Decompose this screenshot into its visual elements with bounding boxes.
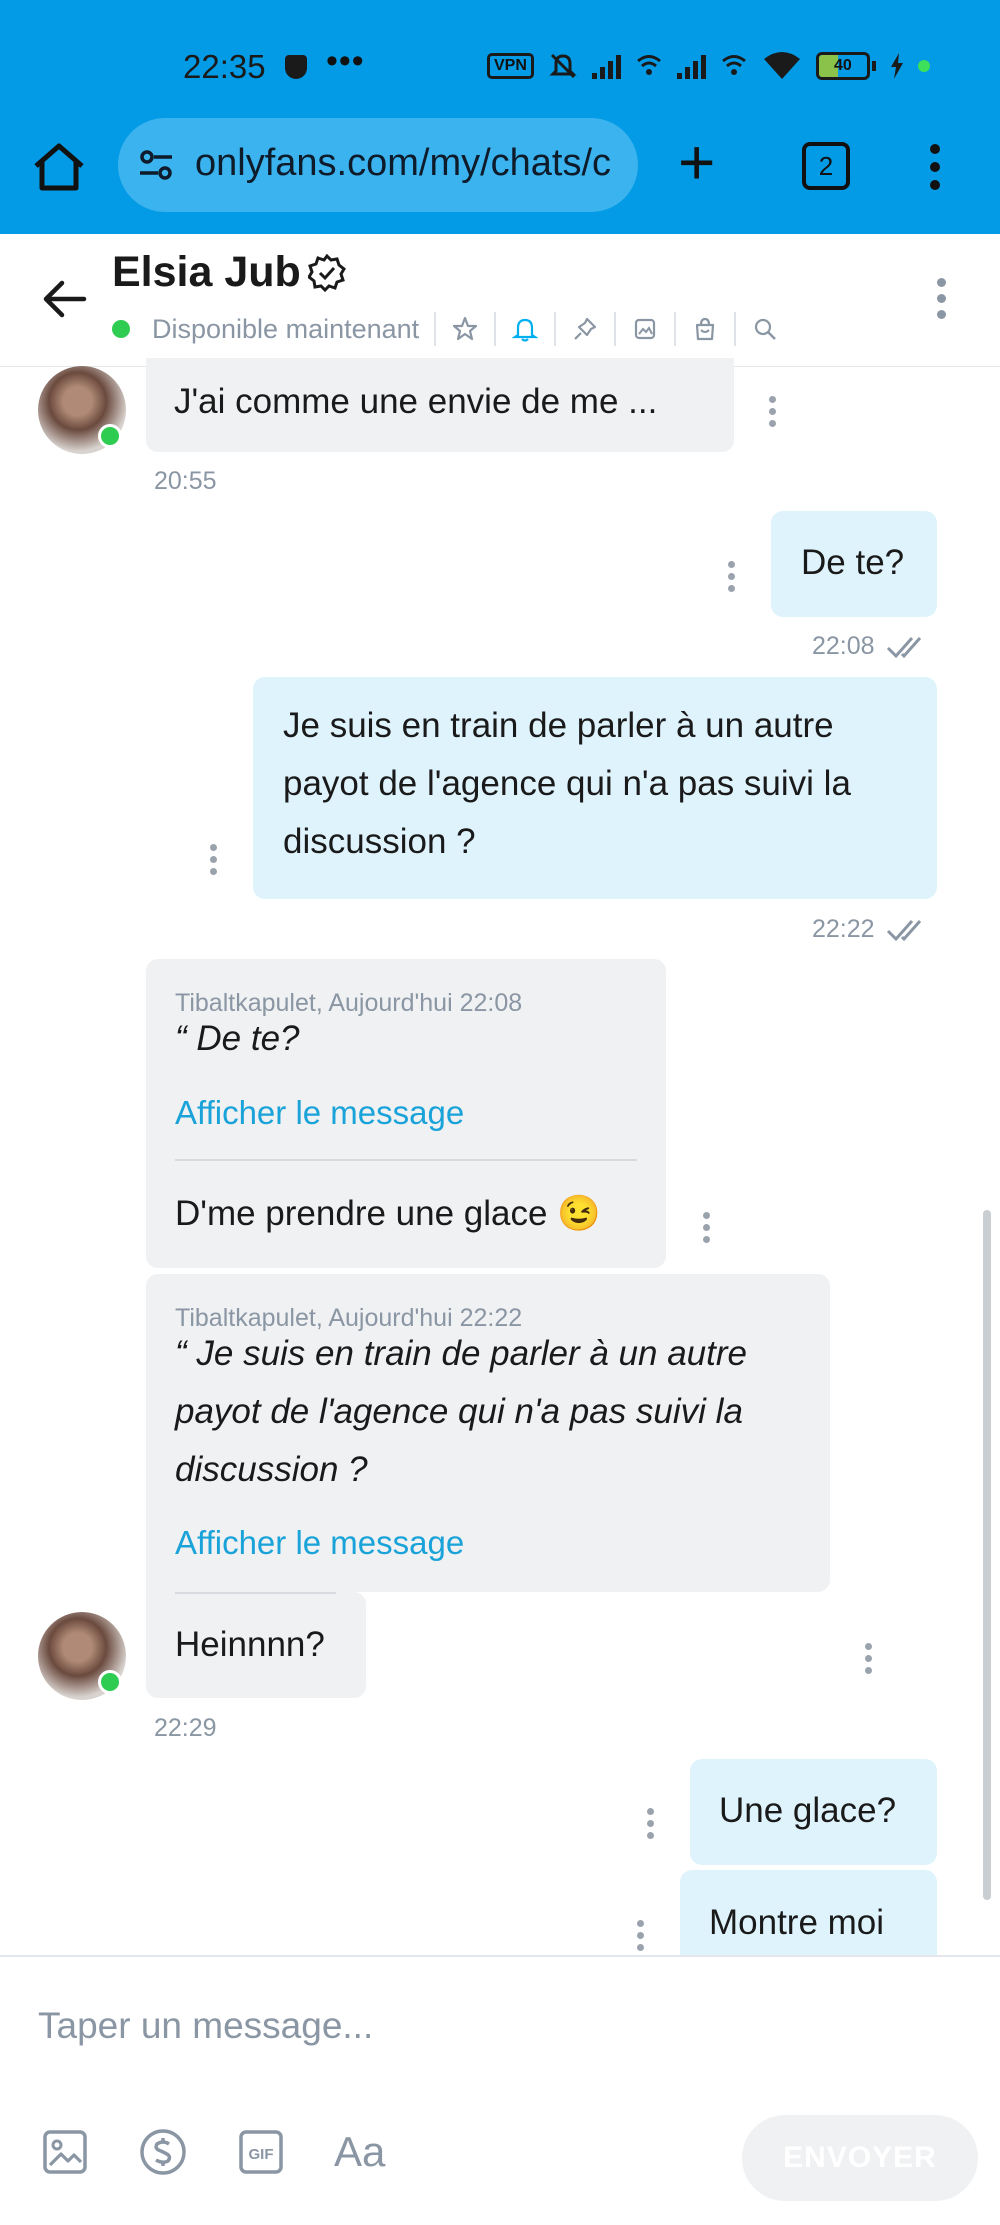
chat-header-tools [434, 312, 794, 346]
new-tab-button[interactable]: + [678, 130, 715, 194]
battery-icon: 40 [815, 52, 876, 80]
online-status-dot [112, 320, 130, 338]
contact-name[interactable]: Elsia Jub [112, 248, 301, 297]
quoted-text: “ De te? [175, 1019, 300, 1058]
incoming-message[interactable]: J'ai comme une envie de me ... [146, 358, 734, 452]
verified-badge-icon [308, 254, 346, 292]
status-bar: 22:35 ••• VPN 40 [0, 0, 1000, 118]
status-time: 22:35 [183, 48, 266, 85]
message-text: Une glace? [719, 1791, 897, 1830]
wifi-call-icon-2 [721, 55, 746, 75]
message-text: De te? [801, 543, 905, 582]
show-quoted-message-link[interactable]: Afficher le message [175, 1094, 464, 1132]
signal-icon-2 [676, 53, 706, 79]
message-options-button[interactable] [862, 1643, 874, 1679]
message-options-button[interactable] [725, 561, 737, 597]
outgoing-message[interactable]: Une glace? [690, 1759, 937, 1865]
privacy-indicator-dot [917, 60, 930, 72]
message-text-line: Je suis en train de parler à un autre [283, 706, 834, 745]
avatar-online-dot [98, 1670, 122, 1694]
star-icon[interactable] [434, 312, 494, 346]
signal-icon [591, 53, 621, 79]
message-time: 22:29 [154, 1714, 217, 1742]
quoted-text-line: payot de l'agence qui n'a pas suivi la [175, 1392, 743, 1431]
chat-scrollbar[interactable] [983, 1210, 991, 1900]
message-text: D'me prendre une glace 😉 [175, 1194, 601, 1233]
incoming-reply-quote[interactable]: Tibaltkapulet, Aujourd'hui 22:22 “ Je su… [146, 1274, 830, 1592]
text-format-button[interactable]: Aa [334, 2128, 385, 2176]
mute-icon [549, 53, 577, 79]
battery-level: 40 [834, 57, 852, 74]
message-text: Heinnnn? [175, 1625, 325, 1664]
message-text: Montre moi [709, 1903, 885, 1942]
read-receipt-icon [886, 637, 922, 659]
tip-dollar-icon[interactable] [138, 2127, 188, 2177]
wifi-call-icon [636, 55, 661, 75]
read-receipt-icon [886, 920, 922, 942]
message-options-button[interactable] [644, 1808, 656, 1844]
chat-options-menu[interactable] [934, 278, 948, 326]
site-settings-icon[interactable] [136, 144, 178, 186]
composer-tools: GIF Aa [42, 2127, 385, 2177]
availability-status: Disponible maintenant [152, 314, 420, 344]
message-options-button[interactable] [700, 1212, 712, 1248]
message-time: 22:08 [812, 632, 875, 660]
home-icon[interactable] [30, 138, 88, 196]
message-time: 22:22 [812, 915, 875, 943]
shield-icon [285, 55, 307, 79]
url-bar[interactable]: onlyfans.com/my/chats/c [118, 118, 638, 212]
incoming-reply-message[interactable]: Tibaltkapulet, Aujourd'hui 22:08 “ De te… [146, 959, 666, 1268]
pin-icon[interactable] [554, 312, 614, 346]
message-input[interactable]: Taper un message... [38, 2005, 373, 2047]
gif-icon[interactable]: GIF [238, 2129, 284, 2175]
message-time: 20:55 [154, 467, 217, 495]
vpn-icon: VPN [487, 53, 534, 79]
message-text: J'ai comme une envie de me ... [174, 382, 658, 421]
message-options-button[interactable] [766, 396, 778, 432]
chat-header: Elsia Jub Disponible maintenant [0, 234, 1000, 367]
quoted-text-line: “ Je suis en train de parler à un autre [175, 1334, 747, 1373]
tab-switcher-button[interactable]: 2 [802, 142, 850, 190]
svg-text:GIF: GIF [249, 2146, 274, 2163]
wifi-icon [763, 52, 800, 79]
message-composer: Taper un message... GIF Aa ENVOYER [0, 1955, 1000, 2225]
charging-icon [890, 53, 903, 79]
outgoing-message[interactable]: Je suis en train de parler à un autre pa… [253, 677, 937, 899]
send-button[interactable]: ENVOYER [742, 2115, 978, 2201]
status-icons: VPN 40 [487, 48, 930, 84]
message-text-line: payot de l'agence qui n'a pas suivi la [283, 764, 851, 803]
message-options-button[interactable] [634, 1920, 646, 1956]
incoming-message[interactable]: Heinnnn? [146, 1592, 366, 1698]
bag-icon[interactable] [674, 312, 734, 346]
quote-divider [175, 1159, 637, 1161]
image-icon[interactable] [614, 312, 674, 346]
url-text[interactable]: onlyfans.com/my/chats/c [195, 142, 611, 185]
quote-divider [175, 1592, 336, 1594]
browser-toolbar: onlyfans.com/my/chats/c + 2 [0, 118, 1000, 234]
outgoing-message[interactable]: Montre moi [680, 1870, 937, 1955]
more-notifications-icon: ••• [326, 42, 365, 80]
bell-icon[interactable] [494, 312, 554, 346]
avatar-online-dot [98, 424, 122, 448]
attach-media-icon[interactable] [42, 2129, 88, 2175]
back-arrow-icon[interactable] [40, 274, 90, 324]
browser-menu-button[interactable] [927, 140, 943, 200]
message-options-button[interactable] [207, 844, 219, 880]
show-quoted-message-link[interactable]: Afficher le message [175, 1524, 464, 1562]
outgoing-message[interactable]: De te? [771, 511, 937, 617]
search-icon[interactable] [734, 312, 794, 346]
message-text-line: discussion ? [283, 822, 476, 861]
quoted-text-line: discussion ? [175, 1450, 368, 1489]
